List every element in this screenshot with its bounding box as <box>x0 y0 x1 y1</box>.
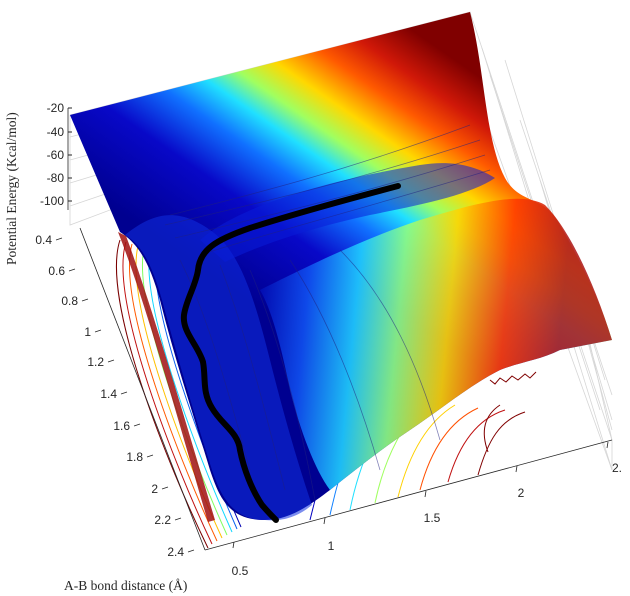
z-tick-label: -100 <box>40 194 64 208</box>
surface-plot[interactable]: -20 -40 -60 -80 -100 Potential Energy (K… <box>0 0 630 596</box>
x-tick-label: 1 <box>328 539 335 553</box>
x-tick-label: 2 <box>518 486 525 500</box>
z-tick-label: -80 <box>47 171 65 185</box>
x-tick-label: 1.5 <box>424 511 441 525</box>
y-tick-label: 0.6 <box>48 264 65 278</box>
y-tick-label: 1.4 <box>100 387 117 401</box>
x-axis-label: A-B bond distance (Å) <box>64 578 187 593</box>
z-tick-label: -40 <box>47 125 65 139</box>
y-tick-label: 2.2 <box>154 513 171 527</box>
z-axis-label: Potential Energy (Kcal/mol) <box>4 112 19 265</box>
y-tick-label: 1.6 <box>113 419 130 433</box>
x-tick-label: 2. <box>612 461 622 475</box>
y-tick-label: 0.8 <box>61 294 78 308</box>
y-tick-label: 1.2 <box>87 355 104 369</box>
z-tick-label: -20 <box>47 101 65 115</box>
y-tick-label: 2.4 <box>167 545 184 559</box>
y-tick-label: 1.8 <box>126 450 143 464</box>
y-tick-label: 0.4 <box>35 233 52 247</box>
x-tick-label: 0.5 <box>232 564 249 578</box>
y-tick-label: 2 <box>151 482 158 496</box>
z-axis: -20 -40 -60 -80 -100 <box>40 101 72 208</box>
y-tick-label: 1 <box>84 325 91 339</box>
z-tick-label: -60 <box>47 148 65 162</box>
